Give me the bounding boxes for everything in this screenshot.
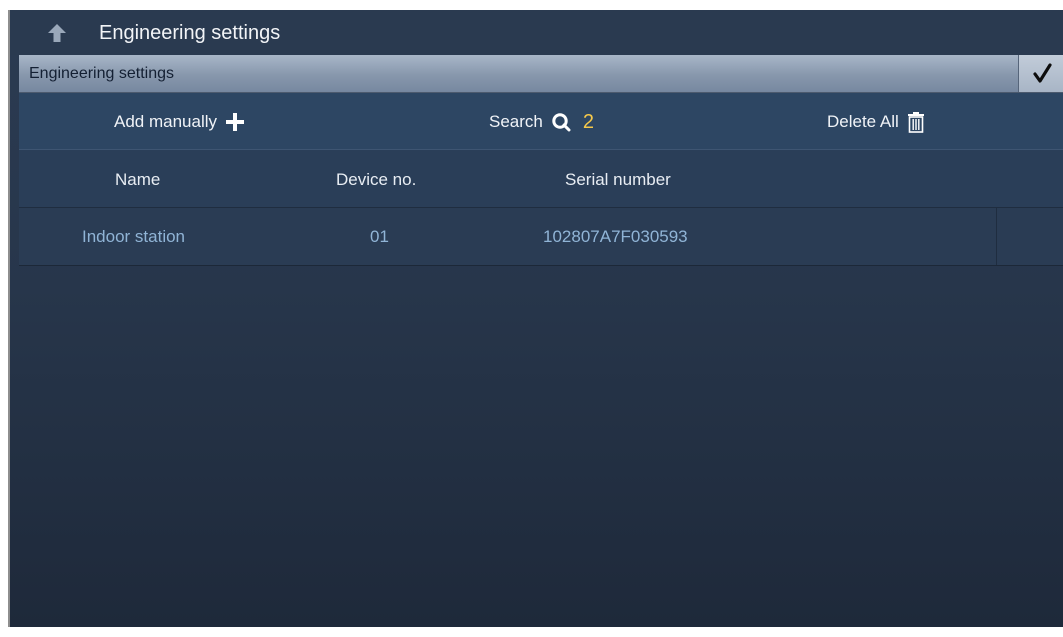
column-header-name: Name <box>115 170 161 189</box>
search-button[interactable]: Search 2 <box>489 110 594 134</box>
column-header-serial-number: Serial number <box>565 170 671 189</box>
search-result-count: 2 <box>582 110 594 133</box>
cell-name: Indoor station <box>82 227 186 246</box>
delete-all-label: Delete All <box>827 112 899 131</box>
arrow-up-back-icon <box>48 24 66 42</box>
table-header: Name Device no. Serial number <box>19 150 1063 208</box>
section-header: Engineering settings <box>19 55 1063 93</box>
section-title: Engineering settings <box>29 65 174 82</box>
delete-all-button[interactable]: Delete All <box>827 110 925 134</box>
cell-device-no: 01 <box>370 227 389 246</box>
title-bar: Engineering settings <box>10 10 1063 55</box>
back-button[interactable] <box>46 22 68 44</box>
cell-serial-number: 102807A7F030593 <box>543 227 688 246</box>
table-row[interactable]: Indoor station 01 102807A7F030593 <box>19 208 1063 266</box>
add-manually-label: Add manually <box>114 112 218 131</box>
plus-icon <box>226 113 245 131</box>
checkmark-icon <box>1033 63 1052 83</box>
trash-icon <box>907 112 924 133</box>
add-manually-button[interactable]: Add manually <box>114 110 245 134</box>
app-window: Engineering settings Engineering setting… <box>8 10 1063 627</box>
toolbar: Add manually Search 2 Delete All <box>19 93 1063 150</box>
search-label: Search <box>489 112 543 131</box>
row-action-cell[interactable] <box>996 208 1063 265</box>
search-icon <box>552 113 571 132</box>
confirm-button[interactable] <box>1018 55 1063 92</box>
column-header-device-no: Device no. <box>336 170 417 189</box>
page-title: Engineering settings <box>99 22 281 44</box>
device-table: Indoor station 01 102807A7F030593 <box>19 208 1063 266</box>
